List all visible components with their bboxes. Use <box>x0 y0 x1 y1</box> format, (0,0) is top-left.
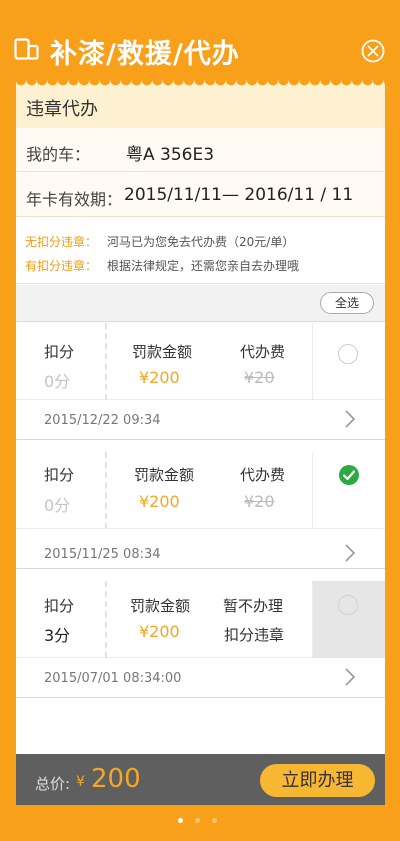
perforation-divider <box>105 452 107 529</box>
fine-label: 罚款金额 <box>134 466 195 484</box>
fine-label: 罚款金额 <box>130 597 191 615</box>
car-row: 我的车： 粤A 356E3 <box>16 128 385 172</box>
violation-datetime: 2015/11/25 08:34 <box>44 547 161 562</box>
close-button[interactable] <box>361 39 385 63</box>
fine-value: ¥200 <box>139 622 180 641</box>
select-all-button[interactable]: 全选 <box>320 292 374 314</box>
page-dot[interactable] <box>212 818 217 823</box>
page-dot-active[interactable] <box>178 818 183 823</box>
select-cell[interactable] <box>313 452 385 529</box>
fee-label: 代办费 <box>240 466 286 484</box>
note-text: 河马已为您免去代办费（20元/单） <box>107 235 295 249</box>
violation-item[interactable]: 扣分 0分 罚款金额 ¥200 代办费 ¥20 2015/12/22 09:34 <box>16 323 385 440</box>
phone-car-icon <box>14 38 39 60</box>
chevron-right-icon[interactable] <box>344 409 356 429</box>
fee-label: 暂不办理 <box>223 597 284 615</box>
points-value: 0分 <box>44 496 71 515</box>
validity-row: 年卡有效期： 2015/11/11— 2016/11 / 11 <box>16 173 385 217</box>
app-header: 补漆/救援/代办 <box>0 0 400 90</box>
violation-card: 违章代办 我的车： 粤A 356E3 年卡有效期： 2015/11/11— 20… <box>16 80 385 805</box>
car-label: 我的车： <box>26 145 91 164</box>
note-label: 有扣分违章： <box>25 259 98 273</box>
points-label: 扣分 <box>44 343 75 361</box>
fine-value: ¥200 <box>139 368 180 387</box>
page-indicator <box>178 818 228 826</box>
checkout-bar: 总价: ¥ 200 立即办理 <box>16 754 385 805</box>
perforation-divider <box>105 323 107 400</box>
validity-value: 2015/11/11— 2016/11 / 11 <box>124 185 354 205</box>
violation-datetime: 2015/07/01 08:34:00 <box>44 671 182 686</box>
page-dot[interactable] <box>195 818 200 823</box>
submit-button[interactable]: 立即办理 <box>260 764 375 797</box>
radio-unchecked-icon[interactable] <box>338 344 358 364</box>
validity-label: 年卡有效期： <box>26 190 123 209</box>
chevron-right-icon[interactable] <box>344 543 356 563</box>
violation-summary: 扣分 3分 罚款金额 ¥200 暂不办理 扣分违章 <box>16 581 385 658</box>
total-label: 总价: <box>35 775 71 793</box>
fee-value: 扣分违章 <box>224 626 285 644</box>
select-cell-disabled <box>313 581 385 658</box>
fee-label: 代办费 <box>240 343 286 361</box>
note-text: 根据法律规定，还需您亲自去办理哦 <box>107 259 300 273</box>
violation-datetime: 2015/12/22 09:34 <box>44 413 161 428</box>
note-label: 无扣分违章： <box>25 235 98 249</box>
select-cell[interactable] <box>313 323 385 400</box>
select-bar: 全选 <box>16 285 385 322</box>
violation-item[interactable]: 扣分 0分 罚款金额 ¥200 代办费 ¥20 2015/11/25 08:34 <box>16 452 385 569</box>
perforation-divider <box>105 581 107 658</box>
violation-summary: 扣分 0分 罚款金额 ¥200 代办费 ¥20 <box>16 323 385 400</box>
section-title: 违章代办 <box>26 99 98 120</box>
points-value: 3分 <box>44 626 71 645</box>
points-label: 扣分 <box>44 466 75 484</box>
fine-value: ¥200 <box>139 492 180 511</box>
checkmark-circle-icon[interactable] <box>338 464 360 486</box>
points-value: 0分 <box>44 372 71 391</box>
violation-item[interactable]: 扣分 3分 罚款金额 ¥200 暂不办理 扣分违章 2015/07/01 08:… <box>16 581 385 698</box>
violation-notes: 无扣分违章： 河马已为您免去代办费（20元/单） 有扣分违章： 根据法律规定，还… <box>16 218 385 284</box>
chevron-right-icon[interactable] <box>344 667 356 687</box>
points-label: 扣分 <box>44 597 75 615</box>
car-plate: 粤A 356E3 <box>126 145 215 165</box>
page-title: 补漆/救援/代办 <box>50 39 240 70</box>
violation-summary: 扣分 0分 罚款金额 ¥200 代办费 ¥20 <box>16 452 385 529</box>
fine-label: 罚款金额 <box>132 343 193 361</box>
fee-value: ¥20 <box>244 492 275 511</box>
fee-value: ¥20 <box>244 368 275 387</box>
scalloped-edge <box>16 80 385 90</box>
radio-disabled-icon <box>338 595 358 615</box>
currency-symbol: ¥ <box>76 774 85 790</box>
total-amount: 200 <box>91 764 141 794</box>
